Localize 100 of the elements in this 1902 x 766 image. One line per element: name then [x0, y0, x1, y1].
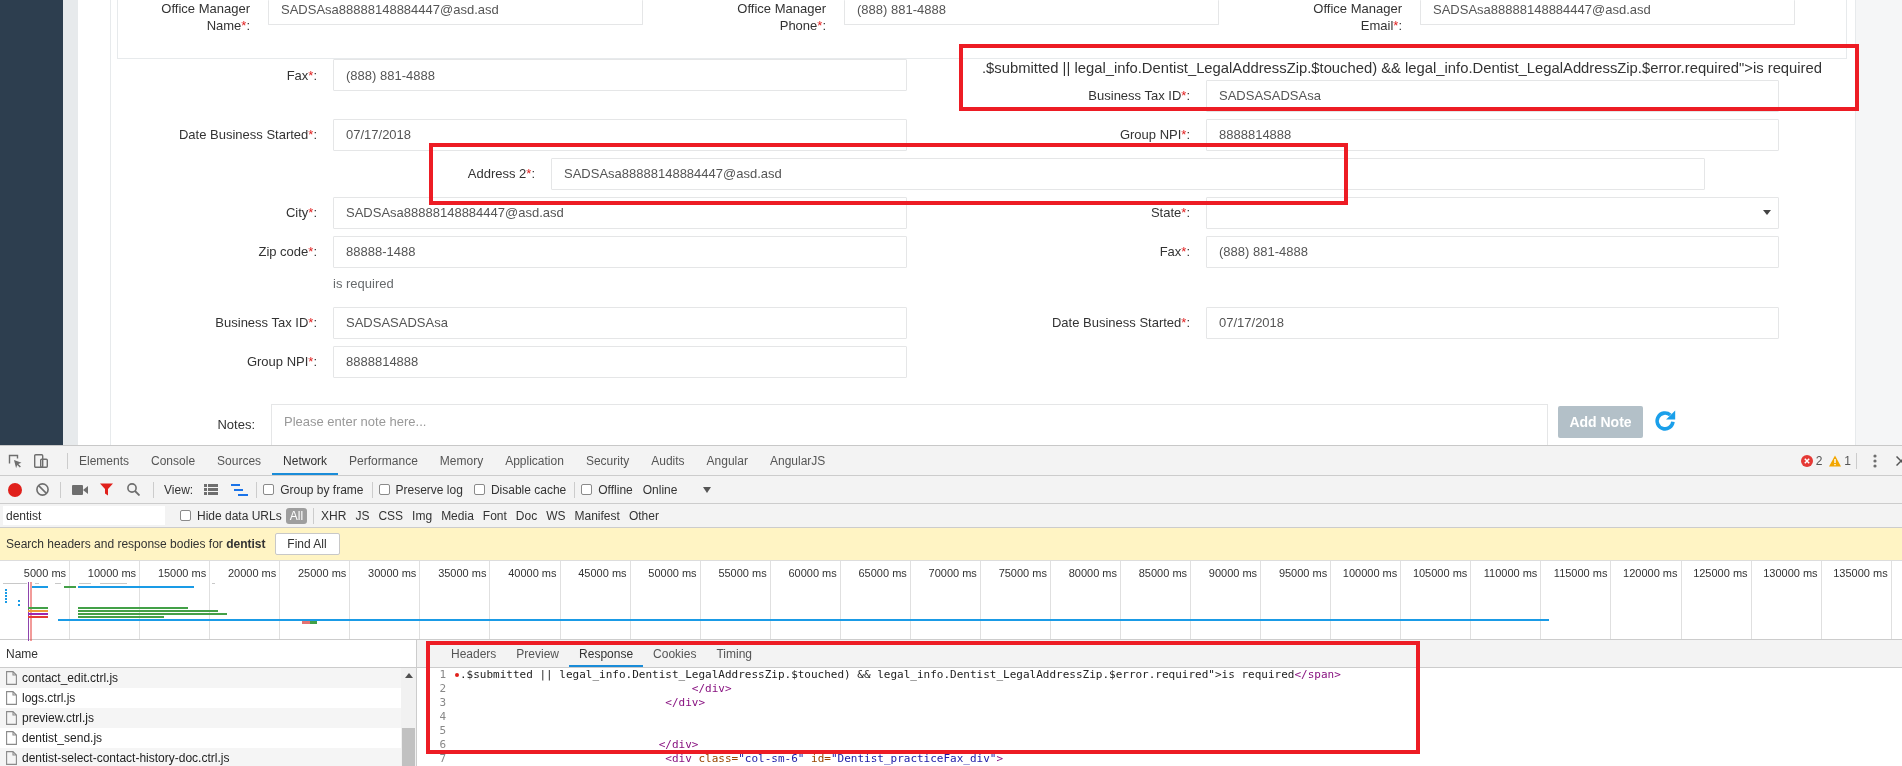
detail-tab[interactable]: Timing [706, 640, 762, 667]
text-input[interactable]: SADSASADSAsa [333, 306, 907, 339]
tick-label: 90000 ms [1208, 566, 1258, 580]
tick-label: 85000 ms [1138, 566, 1188, 580]
notes-textarea[interactable]: Please enter note here... [271, 403, 1548, 445]
prohibit-icon[interactable] [36, 483, 49, 496]
resource-type-filter[interactable]: Doc [511, 507, 542, 524]
checkbox[interactable] [263, 484, 275, 495]
text-input[interactable]: (888) 881-4888 [1206, 235, 1779, 268]
scrollbar-track[interactable] [401, 668, 416, 766]
error-icon[interactable] [1800, 454, 1813, 467]
devtools-tab[interactable]: Elements [68, 446, 141, 475]
filter-icon[interactable] [100, 483, 113, 496]
field-label: Address 2*: [466, 165, 535, 182]
line-number: 4 [438, 710, 446, 724]
resource-type-filter[interactable]: Manifest [570, 507, 624, 524]
devtools-tab[interactable]: AngularJS [758, 446, 837, 475]
text-input[interactable]: SADSAsa88888148884447@asd.asd [551, 157, 1705, 190]
tick-label: 100000 ms [1342, 566, 1398, 580]
checkbox-label[interactable]: Hide data URLs [197, 508, 282, 523]
find-all-button[interactable]: Find All [274, 533, 340, 555]
tick-label: 70000 ms [928, 566, 977, 580]
inspect-icon[interactable] [8, 453, 22, 468]
request-row[interactable]: logs.ctrl.js [0, 688, 401, 708]
warning-count[interactable]: 1 [1844, 453, 1851, 468]
request-name[interactable]: preview.ctrl.js [22, 711, 95, 725]
dropdown-field[interactable] [1206, 196, 1779, 229]
devtools-tab[interactable]: Security [574, 446, 641, 475]
text-input[interactable]: 07/17/2018 [1206, 306, 1779, 339]
request-name[interactable]: logs.ctrl.js [22, 691, 76, 705]
tick-label: 30000 ms [368, 566, 417, 580]
resource-type-filter[interactable]: Img [408, 507, 437, 524]
request-name[interactable]: dentist_send.js [22, 731, 103, 745]
resource-type-filter[interactable]: WS [542, 507, 570, 524]
mobile-device-icon[interactable] [34, 453, 48, 468]
devtools-tab[interactable]: Audits [640, 446, 696, 475]
tick-label: 105000 ms [1412, 566, 1468, 580]
list-icon[interactable] [204, 484, 219, 495]
request-name[interactable]: contact_edit.ctrl.js [22, 671, 119, 685]
text-input[interactable]: (888) 881-4888 [844, 0, 1219, 25]
waterfall-icon[interactable] [231, 483, 249, 496]
checkbox[interactable] [180, 510, 191, 521]
tick-label: 35000 ms [438, 566, 487, 580]
request-name[interactable]: dentist-select-contact-history-doc.ctrl.js [22, 751, 230, 765]
resource-type-filter[interactable]: CSS [374, 507, 408, 524]
text-input[interactable]: 07/17/2018 [333, 118, 907, 151]
file-icon [6, 711, 17, 725]
tick-label: 25000 ms [298, 566, 347, 580]
tick-label: 15000 ms [157, 566, 207, 580]
devtools-tab[interactable]: Performance [338, 446, 429, 475]
devtools-tab[interactable]: Angular [695, 446, 759, 475]
text-input[interactable]: SADSAsa88888148884447@asd.asd [1420, 0, 1795, 25]
tick-label: 45000 ms [578, 566, 627, 580]
devtools-tab[interactable]: Memory [428, 446, 495, 475]
checkbox-label[interactable]: Preserve log [395, 482, 463, 497]
request-row[interactable]: dentist-select-contact-history-doc.ctrl.js [0, 748, 401, 766]
search-icon[interactable] [127, 483, 140, 496]
caret-icon [1763, 210, 1771, 215]
checkbox[interactable] [378, 484, 390, 495]
video-camera-icon[interactable] [72, 484, 88, 495]
tick-label: 125000 ms [1693, 566, 1748, 580]
devtools-tab[interactable]: Console [140, 446, 207, 475]
devtools-tab[interactable]: Application [494, 446, 575, 475]
text-input[interactable]: 8888814888 [333, 345, 907, 378]
resource-type-filter[interactable]: JS [351, 507, 374, 524]
scroll-up-arrow-icon[interactable] [404, 673, 413, 678]
devtools-tab[interactable]: Sources [206, 446, 273, 475]
detail-tab[interactable]: Headers [441, 640, 507, 667]
tick-label: 135000 ms [1833, 566, 1888, 580]
resource-type-filter[interactable]: Font [478, 507, 511, 524]
request-row[interactable]: contact_edit.ctrl.js [0, 668, 401, 688]
checkbox-label[interactable]: Group by frame [280, 482, 364, 497]
request-row[interactable]: dentist_send.js [0, 728, 401, 748]
refresh-icon[interactable] [1653, 408, 1677, 433]
kebab-menu-icon[interactable] [1873, 453, 1877, 468]
close-icon[interactable] [1896, 455, 1902, 466]
resource-type-filter[interactable]: Media [437, 507, 478, 524]
record-icon[interactable] [8, 482, 22, 497]
code-line: </div> [665, 696, 706, 709]
checkbox[interactable] [581, 484, 593, 495]
checkbox[interactable] [473, 484, 485, 495]
tick-label: 95000 ms [1278, 566, 1328, 580]
detail-tab[interactable]: Cookies [643, 640, 707, 667]
file-icon [6, 671, 17, 685]
text-input[interactable]: (888) 881-4888 [333, 59, 907, 91]
request-row[interactable]: preview.ctrl.js [0, 708, 401, 728]
filter-input[interactable]: dentist [3, 506, 165, 525]
text-input[interactable]: 88888-1488 [333, 235, 907, 268]
checkbox-label[interactable]: Offline [598, 482, 633, 497]
throttling-dropdown[interactable]: Online [642, 482, 712, 497]
detail-tab[interactable]: Response [569, 640, 644, 667]
text-input[interactable]: 8888814888 [1206, 118, 1779, 151]
resource-type-filter[interactable]: XHR [317, 507, 351, 524]
field-label: City*: [284, 204, 317, 221]
resource-type-filter[interactable]: Other [624, 507, 663, 524]
checkbox-label[interactable]: Disable cache [490, 482, 567, 497]
scrollbar-thumb[interactable] [402, 728, 415, 766]
error-count[interactable]: 2 [1815, 453, 1823, 468]
text-input[interactable]: SADSAsa88888148884447@asd.asd [268, 0, 643, 25]
detail-tab[interactable]: Preview [506, 640, 570, 667]
